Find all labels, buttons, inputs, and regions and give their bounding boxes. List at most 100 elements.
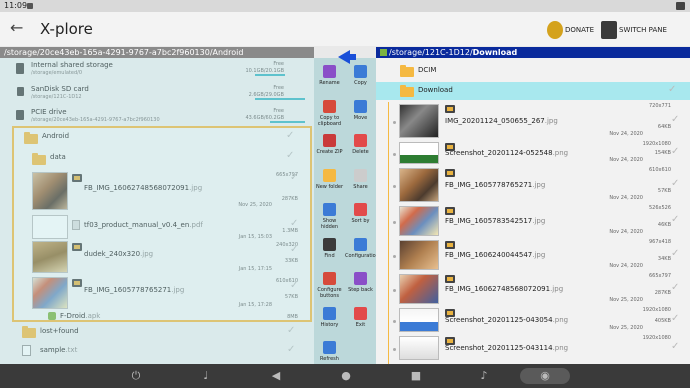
tool-button[interactable]: Copy to clipboard: [314, 97, 345, 131]
tool-label: History: [320, 321, 339, 328]
drive-internal[interactable]: Internal shared storage /storage/emulate…: [0, 58, 314, 77]
tool-icon: [323, 168, 336, 182]
checkmark-icon[interactable]: ✓: [671, 341, 679, 352]
folder-icon: [32, 153, 46, 165]
tool-button[interactable]: Step back: [345, 269, 376, 303]
checkmark-icon[interactable]: ✓: [290, 280, 298, 291]
tool-button[interactable]: Find: [314, 235, 345, 269]
checkmark-icon[interactable]: ✓: [286, 150, 294, 161]
tool-label: Copy: [354, 80, 367, 86]
file-date: Nov 24, 2020: [609, 131, 643, 137]
file-row[interactable]: sample.txt ✓: [0, 342, 314, 360]
checkmark-icon[interactable]: ✓: [290, 172, 298, 183]
volume-down-icon[interactable]: ♩: [198, 368, 214, 384]
tool-button[interactable]: Configure buttons: [314, 269, 345, 303]
back-arrow-icon[interactable]: ←: [10, 18, 23, 38]
phone-icon: [16, 63, 24, 74]
switch-pane-button[interactable]: SWITCH PANE: [601, 19, 687, 41]
right-pane[interactable]: DCIM Download ✓ IMG_20201124_050655_267.…: [376, 58, 690, 364]
image-thumbnail: [399, 308, 439, 332]
tool-button[interactable]: Configuration: [345, 235, 379, 269]
sdcard-icon: [380, 49, 387, 56]
checkmark-icon[interactable]: ✓: [671, 214, 679, 225]
dcim-folder-row[interactable]: DCIM: [376, 62, 690, 80]
tool-button[interactable]: Share: [345, 166, 376, 200]
download-file-list[interactable]: IMG_20201124_050655_267.jpg 720x771 64KB No…: [388, 102, 690, 364]
tool-button[interactable]: Delete: [345, 131, 376, 165]
lostfound-folder-row[interactable]: lost+found ✓: [0, 324, 314, 340]
tool-button[interactable]: History: [314, 304, 345, 338]
back-nav-icon[interactable]: ◀: [268, 368, 284, 384]
file-row[interactable]: Screenshot_20201124-052548.png 1920x1080 1…: [389, 140, 690, 166]
image-thumbnail: [399, 240, 439, 270]
drive-pcie-usage-bar: [270, 121, 305, 123]
file-dimensions: 967x418: [648, 239, 671, 245]
right-path-bar[interactable]: /storage/121C-1D12/Download: [376, 47, 690, 58]
folder-icon: [22, 326, 36, 338]
checkmark-icon[interactable]: ✓: [671, 146, 679, 157]
tool-button[interactable]: New folder: [314, 166, 345, 200]
left-pane[interactable]: Internal shared storage /storage/emulate…: [0, 58, 314, 364]
file-row[interactable]: F-Droid.apk 8MB: [28, 310, 312, 322]
navigation-bar: ⏻ ♩ ◀ ● ■ ♪ ◉: [0, 364, 690, 388]
tool-button[interactable]: Exit: [345, 304, 376, 338]
tool-button[interactable]: Rename: [314, 62, 345, 96]
drive-internal-free: Free: [273, 61, 284, 67]
drive-sdcard[interactable]: SanDisk SD card /storage/121C-1D12 Free …: [0, 82, 314, 101]
checkmark-icon[interactable]: ✓: [287, 325, 295, 336]
tool-icon: [323, 306, 336, 320]
file-row[interactable]: dudek_240x320.jpg 240x320 33KB Jan 15, 1…: [28, 240, 312, 274]
file-row[interactable]: FB_IMG_16062748568072091.jpg 665x797 287KB…: [389, 272, 690, 306]
donate-button[interactable]: DONATE: [547, 19, 595, 41]
dcim-folder-name: DCIM: [418, 66, 437, 74]
checkmark-icon[interactable]: ✓: [671, 178, 679, 189]
power-icon[interactable]: ⏻: [128, 368, 144, 384]
file-row[interactable]: FB_IMG_1605778765271.jpg 610x610 57KB Nov 2…: [389, 166, 690, 204]
checkmark-icon[interactable]: ✓: [290, 218, 298, 229]
checkmark-icon[interactable]: ✓: [668, 84, 676, 95]
checkmark-icon[interactable]: ✓: [286, 130, 294, 141]
screenshot-icon[interactable]: ◉: [520, 368, 570, 384]
checkmark-icon[interactable]: ✓: [671, 313, 679, 324]
file-row[interactable]: FB_IMG_1606240044547.jpg 967x418 34KB Nov 2…: [389, 238, 690, 272]
file-row[interactable]: IMG_20201124_050655_267.jpg 720x771 64KB No…: [389, 102, 690, 140]
file-name: FB_IMG_1606240044547.jpg: [445, 251, 546, 259]
recents-nav-icon[interactable]: ■: [408, 368, 424, 384]
home-nav-icon[interactable]: ●: [338, 368, 354, 384]
file-row[interactable]: Screenshot_20201125-043054.png 1920x1080 4…: [389, 306, 690, 334]
checkmark-icon[interactable]: ✓: [671, 282, 679, 293]
tool-button[interactable]: Create ZIP: [314, 131, 345, 165]
file-row[interactable]: FB_IMG_16062748568072091.jpg 665x797 287…: [28, 170, 312, 214]
file-size: 57KB: [284, 294, 298, 300]
app-title: X-plore: [40, 20, 93, 38]
file-name: FB_IMG_16062748568072091.jpg: [445, 285, 564, 293]
file-row[interactable]: FB_IMG_1605778765271.jpg 610x610 57KB Ja…: [28, 276, 312, 310]
file-dimensions: 1920x1080: [642, 335, 671, 341]
tool-icon: [354, 272, 367, 285]
file-size: 8MB: [287, 314, 298, 320]
tool-button[interactable]: Show hidden: [314, 200, 345, 234]
android-folder-selection[interactable]: Android ✓ data ✓ FB_IMG_1606274856807209…: [12, 126, 312, 322]
checkmark-icon[interactable]: ✓: [287, 344, 295, 355]
left-path-bar[interactable]: /storage/20ce43eb-165a-4291-9767-a7bc2f9…: [0, 47, 314, 58]
data-folder-row[interactable]: data ✓: [28, 150, 298, 166]
tool-button[interactable]: Move: [345, 97, 376, 131]
file-row[interactable]: Screenshot_20201125-043114.png 1920x1080 ✓: [389, 334, 690, 362]
donate-icon: [547, 21, 563, 39]
download-folder-row[interactable]: Download ✓: [376, 82, 690, 100]
drive-pcie[interactable]: PCIE drive /storage/20ce43eb-165a-4291-9…: [0, 105, 314, 124]
file-row[interactable]: tf03_product_manual_v0.4_en.pdf 1.3MB Ja…: [28, 214, 312, 240]
file-row[interactable]: FB_IMG_1605783542517.jpg 526x526 46KB Nov 2…: [389, 204, 690, 238]
tool-label: Copy to clipboard: [317, 114, 342, 127]
checkmark-icon[interactable]: ✓: [290, 244, 298, 255]
tree-dot: [393, 153, 396, 156]
volume-up-icon[interactable]: ♪: [476, 368, 492, 384]
file-name: F-Droid.apk: [60, 312, 101, 320]
checkmark-icon[interactable]: ✓: [671, 248, 679, 259]
checkmark-icon[interactable]: ✓: [671, 114, 679, 125]
tool-button[interactable]: Copy: [345, 62, 376, 96]
drive-internal-usage-bar: [255, 74, 285, 76]
file-name: Screenshot_20201125-043114.png: [445, 344, 569, 352]
drive-internal-name: Internal shared storage: [31, 61, 113, 69]
tool-button[interactable]: Sort by: [345, 200, 376, 234]
